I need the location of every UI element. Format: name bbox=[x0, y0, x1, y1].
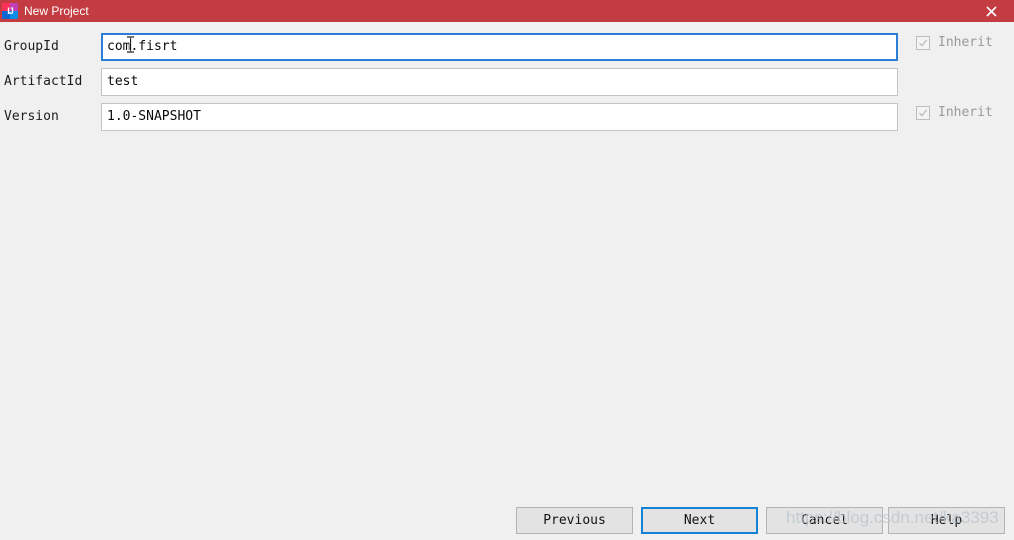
checkbox-icon[interactable] bbox=[916, 106, 930, 120]
checkbox-icon[interactable] bbox=[916, 36, 930, 50]
previous-button[interactable]: Previous bbox=[516, 507, 633, 534]
artifactid-input[interactable]: test bbox=[101, 68, 898, 96]
version-label: Version bbox=[4, 109, 59, 124]
close-icon[interactable] bbox=[968, 0, 1014, 22]
title-bar: IJ New Project bbox=[0, 0, 1014, 22]
form-row-version: Version 1.0-SNAPSHOT bbox=[0, 103, 1014, 131]
intellij-idea-icon: IJ bbox=[2, 3, 18, 19]
inherit-checkbox-version-group[interactable]: Inherit bbox=[916, 105, 993, 121]
help-button[interactable]: Help bbox=[888, 507, 1005, 534]
version-input[interactable]: 1.0-SNAPSHOT bbox=[101, 103, 898, 131]
next-button[interactable]: Next bbox=[641, 507, 758, 534]
window-title: New Project bbox=[24, 4, 89, 18]
inherit-label-groupid: Inherit bbox=[938, 35, 993, 50]
groupid-label: GroupId bbox=[4, 39, 59, 54]
inherit-label-version: Inherit bbox=[938, 105, 993, 120]
form-row-artifactid: ArtifactId test bbox=[0, 68, 1014, 96]
groupid-input[interactable]: com.fisrt bbox=[101, 33, 898, 61]
cancel-button[interactable]: Cancel bbox=[766, 507, 883, 534]
form-row-groupid: GroupId com.fisrt bbox=[0, 33, 1014, 61]
artifactid-label: ArtifactId bbox=[4, 74, 83, 89]
inherit-checkbox-groupid-group[interactable]: Inherit bbox=[916, 35, 993, 51]
